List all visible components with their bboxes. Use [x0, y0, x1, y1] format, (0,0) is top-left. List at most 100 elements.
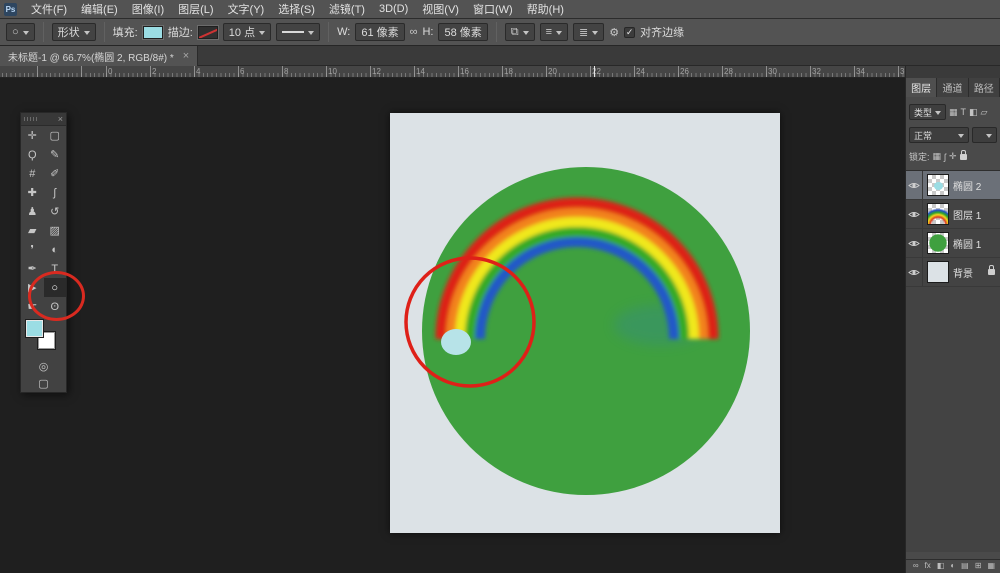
quick-selection-tool[interactable]: ✎ [44, 145, 67, 164]
eye-icon [908, 181, 920, 190]
shape-layers-icon[interactable]: ▱ [981, 107, 988, 118]
eyedropper-tool[interactable]: ✐ [44, 164, 67, 183]
ruler-label: 14 [416, 67, 425, 76]
menu-layer[interactable]: 图层(L) [171, 0, 220, 18]
quick-mask-icon: ◎ [39, 360, 49, 373]
type-layers-icon[interactable]: T [961, 107, 967, 117]
horizontal-ruler[interactable]: 0 2 4 6 8 10 12 14 16 18 20 22 24 26 28 … [0, 66, 905, 78]
ellipse-tool-icon: ○ [12, 26, 19, 38]
eraser-tool[interactable]: ▰ [21, 221, 44, 240]
rectangular-marquee-tool[interactable]: ▢ [44, 126, 67, 145]
menu-select[interactable]: 选择(S) [271, 0, 322, 18]
layer-row-ellipse-1[interactable]: 椭圆 1 [906, 229, 1000, 258]
close-tab-icon[interactable]: × [183, 50, 189, 62]
gradient-tool[interactable]: ▨ [44, 221, 67, 240]
visibility-toggle[interactable] [906, 200, 923, 228]
opacity-select[interactable] [972, 127, 997, 143]
menu-file[interactable]: 文件(F) [24, 0, 74, 18]
ruler-label: 2 [152, 67, 156, 76]
shape-width-input[interactable]: 61 像素 [355, 23, 404, 41]
canvas-artwork[interactable] [390, 113, 780, 533]
document-canvas[interactable] [390, 113, 780, 533]
adjustment-layers-icon[interactable]: ◧ [969, 107, 978, 118]
visibility-toggle[interactable] [906, 258, 923, 286]
lasso-tool[interactable]: Ϙ [21, 145, 44, 164]
layer-row-background[interactable]: 背景 [906, 258, 1000, 287]
path-operations-button[interactable]: ⧉ [505, 23, 535, 41]
menu-help[interactable]: 帮助(H) [520, 0, 571, 18]
lock-image-icon[interactable]: ʃ [944, 152, 946, 162]
layer-thumbnail[interactable] [927, 203, 949, 225]
blur-tool[interactable]: ❜ [21, 240, 44, 259]
canvas-workspace[interactable]: × ✛ ▢ Ϙ ✎ # ✐ ✚ ʃ ♟ ↺ ▰ ▨ ❜ ◐ ✒ T ▶ ○ ☛ … [0, 78, 905, 573]
shape-height-input[interactable]: 58 像素 [438, 23, 487, 41]
link-layers-icon[interactable]: ∞ [913, 562, 919, 570]
menu-type[interactable]: 文字(Y) [221, 0, 272, 18]
eye-icon [908, 239, 920, 248]
marquee-tool-icon: ▢ [50, 129, 60, 142]
path-arrangement-button[interactable]: ≣ [573, 23, 604, 41]
tab-paths[interactable]: 路径 [969, 78, 1000, 97]
brush-tool-icon: ʃ [54, 187, 56, 199]
blend-mode-value: 正常 [914, 129, 932, 142]
new-layer-icon[interactable]: ⊞ [975, 562, 982, 570]
menu-image[interactable]: 图像(I) [125, 0, 171, 18]
layer-thumbnail[interactable] [927, 174, 949, 196]
menu-view[interactable]: 视图(V) [415, 0, 466, 18]
screen-mode-button[interactable]: ▢ [21, 375, 66, 392]
foreground-color-swatch[interactable] [26, 320, 43, 337]
separator [496, 22, 497, 42]
pixel-layers-icon[interactable]: ▦ [949, 107, 958, 118]
tools-panel-header[interactable]: × [21, 113, 66, 126]
path-alignment-button[interactable]: ≡ [540, 23, 568, 41]
layer-row-ellipse-2[interactable]: 椭圆 2 [906, 171, 1000, 200]
tab-channels[interactable]: 通道 [937, 78, 968, 97]
layer-thumbnail[interactable] [927, 261, 949, 283]
layer-style-icon[interactable]: fx [925, 562, 931, 570]
lock-transparency-icon[interactable]: ▦ [933, 151, 942, 162]
shape-width-value: 61 像素 [361, 24, 398, 40]
tool-options-bar: ○ 形状 填充: 描边: 10 点 W: 61 像素 ∞ H: 58 像素 ⧉ … [0, 19, 1000, 46]
align-edges-checkbox[interactable]: ✓ [624, 27, 635, 38]
delete-layer-icon[interactable]: ▦ [987, 562, 995, 570]
blend-mode-select[interactable]: 正常 [909, 127, 969, 143]
layer-kind-filter-select[interactable]: 类型 [909, 104, 946, 120]
dodge-tool[interactable]: ◐ [44, 240, 67, 259]
layer-row-layer-1[interactable]: 图层 1 [906, 200, 1000, 229]
clone-stamp-tool[interactable]: ♟ [21, 202, 44, 221]
menu-3d[interactable]: 3D(D) [372, 0, 415, 18]
tool-preset-picker[interactable]: ○ [6, 23, 35, 41]
layer-name: 椭圆 1 [953, 236, 981, 251]
crop-tool[interactable]: # [21, 164, 44, 183]
layer-thumbnail[interactable] [927, 232, 949, 254]
visibility-toggle[interactable] [906, 171, 923, 199]
lock-all-icon[interactable] [960, 154, 967, 160]
visibility-toggle[interactable] [906, 229, 923, 257]
stroke-width-select[interactable]: 10 点 [223, 23, 271, 41]
stroke-color-swatch[interactable] [198, 26, 218, 39]
close-panel-icon[interactable]: × [58, 114, 63, 124]
move-tool[interactable]: ✛ [21, 126, 44, 145]
quick-mask-button[interactable]: ◎ [21, 358, 66, 375]
menu-filter[interactable]: 滤镜(T) [322, 0, 372, 18]
layer-mask-icon[interactable]: ◧ [937, 562, 945, 570]
chevron-down-icon [958, 134, 964, 138]
tool-mode-select[interactable]: 形状 [52, 23, 96, 41]
fill-color-swatch[interactable] [143, 26, 163, 39]
document-tab[interactable]: 未标题-1 @ 66.7%(椭圆 2, RGB/8#) * × [0, 46, 198, 66]
path-arrangement-icon: ≣ [579, 26, 588, 39]
menu-window[interactable]: 窗口(W) [466, 0, 520, 18]
history-brush-tool[interactable]: ↺ [44, 202, 67, 221]
link-dimensions-icon[interactable]: ∞ [410, 26, 418, 38]
stroke-type-select[interactable] [276, 23, 320, 41]
layer-group-icon[interactable]: ▤ [961, 562, 969, 570]
gear-icon[interactable]: ⚙ [609, 26, 619, 39]
check-icon: ✓ [626, 28, 634, 37]
menu-edit[interactable]: 编辑(E) [74, 0, 125, 18]
brush-tool[interactable]: ʃ [44, 183, 67, 202]
lock-position-icon[interactable]: ✛ [949, 151, 957, 162]
adjustment-layer-icon[interactable]: ◐ [950, 562, 955, 570]
chevron-down-icon [592, 31, 598, 35]
healing-brush-tool[interactable]: ✚ [21, 183, 44, 202]
tab-layers[interactable]: 图层 [906, 78, 937, 97]
